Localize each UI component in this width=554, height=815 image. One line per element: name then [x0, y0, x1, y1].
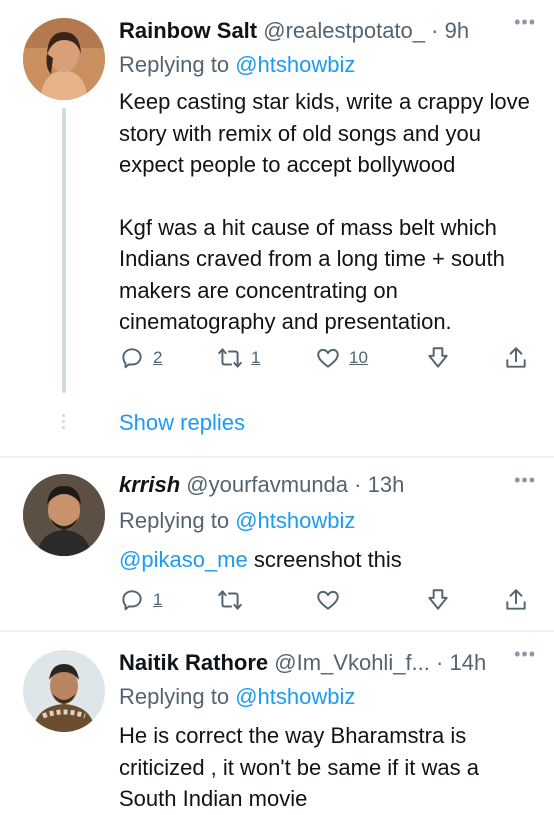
replying-to: Replying to @htshowbiz	[119, 506, 355, 536]
avatar[interactable]	[23, 18, 105, 100]
pikaso-download-icon	[428, 589, 448, 610]
reply-icon	[122, 590, 142, 611]
replying-handle-link[interactable]: @htshowbiz	[235, 508, 355, 533]
share-icon	[506, 589, 526, 610]
more-options-icon[interactable]: •••	[514, 470, 536, 491]
reply-button[interactable]: 1	[119, 584, 162, 616]
replying-label: Replying to	[119, 508, 236, 533]
avatar[interactable]	[23, 650, 105, 732]
replying-label: Replying to	[119, 684, 236, 709]
tweet-text: He is correct the way Bharamstra is crit…	[119, 720, 539, 815]
retweet-button[interactable]: 1	[217, 342, 260, 374]
tweet-paragraph: Keep casting star kids, write a crappy l…	[119, 89, 530, 177]
tweet-actions: 1	[119, 584, 529, 616]
tweet-actions: 2 1 10	[119, 342, 529, 374]
tweet-header: Naitik Rathore @Im_Vkohli_f... · 14h	[119, 648, 486, 678]
handle[interactable]: @Im_Vkohli_f...	[274, 650, 430, 675]
thread-line	[62, 108, 66, 393]
retweet-button[interactable]	[217, 584, 243, 616]
timestamp[interactable]: · 9h	[431, 18, 469, 43]
reply-button[interactable]: 2	[119, 342, 162, 374]
reply-icon	[122, 348, 142, 369]
reply-count: 1	[153, 590, 163, 609]
tweet-header: Rainbow Salt @realestpotato_ · 9h	[119, 16, 469, 46]
tweet-text: Keep casting star kids, write a crappy l…	[119, 86, 539, 338]
more-options-icon[interactable]: •••	[514, 12, 536, 33]
tweet-paragraph: screenshot this	[247, 547, 402, 572]
display-name[interactable]: krrish	[119, 472, 180, 497]
replying-to: Replying to @htshowbiz	[119, 682, 355, 712]
tweet-paragraph: Kgf was a hit cause of mass belt which I…	[119, 214, 505, 335]
thread-dots-icon	[62, 414, 66, 432]
handle[interactable]: @yourfavmunda	[186, 472, 348, 497]
pikaso-button[interactable]	[425, 584, 451, 616]
tweet-3[interactable]: Naitik Rathore @Im_Vkohli_f... · 14h •••…	[0, 632, 554, 811]
replying-label: Replying to	[119, 52, 236, 77]
reply-count: 2	[153, 348, 163, 367]
timestamp[interactable]: · 13h	[354, 472, 404, 497]
pikaso-download-icon	[428, 347, 448, 368]
timestamp[interactable]: · 14h	[436, 650, 486, 675]
replying-to: Replying to @htshowbiz	[119, 50, 355, 80]
display-name[interactable]: Rainbow Salt	[119, 18, 257, 43]
replying-handle-link[interactable]: @htshowbiz	[235, 684, 355, 709]
heart-icon	[317, 590, 339, 610]
pikaso-button[interactable]	[425, 342, 451, 374]
tweet-paragraph: He is correct the way Bharamstra is crit…	[119, 723, 479, 811]
like-count: 10	[349, 348, 368, 367]
tweet-2[interactable]: krrish @yourfavmunda · 13h ••• Replying …	[0, 458, 554, 630]
avatar[interactable]	[23, 474, 105, 556]
retweet-count: 1	[251, 348, 261, 367]
more-options-icon[interactable]: •••	[514, 644, 536, 665]
heart-icon	[317, 348, 339, 368]
share-button[interactable]	[503, 342, 529, 374]
handle[interactable]: @realestpotato_	[263, 18, 425, 43]
display-name[interactable]: Naitik Rathore	[119, 650, 268, 675]
mention-link[interactable]: @pikaso_me	[119, 547, 248, 572]
tweet-text: @pikaso_me screenshot this	[119, 544, 539, 576]
tweet-1[interactable]: Rainbow Salt @realestpotato_ · 9h ••• Re…	[0, 0, 554, 455]
like-button[interactable]: 10	[315, 342, 368, 374]
retweet-icon	[218, 348, 242, 368]
share-button[interactable]	[503, 584, 529, 616]
show-replies-link[interactable]: Show replies	[119, 410, 245, 436]
tweet-header: krrish @yourfavmunda · 13h	[119, 470, 404, 500]
share-icon	[506, 347, 526, 368]
retweet-icon	[218, 590, 242, 610]
like-button[interactable]	[315, 584, 341, 616]
replying-handle-link[interactable]: @htshowbiz	[235, 52, 355, 77]
